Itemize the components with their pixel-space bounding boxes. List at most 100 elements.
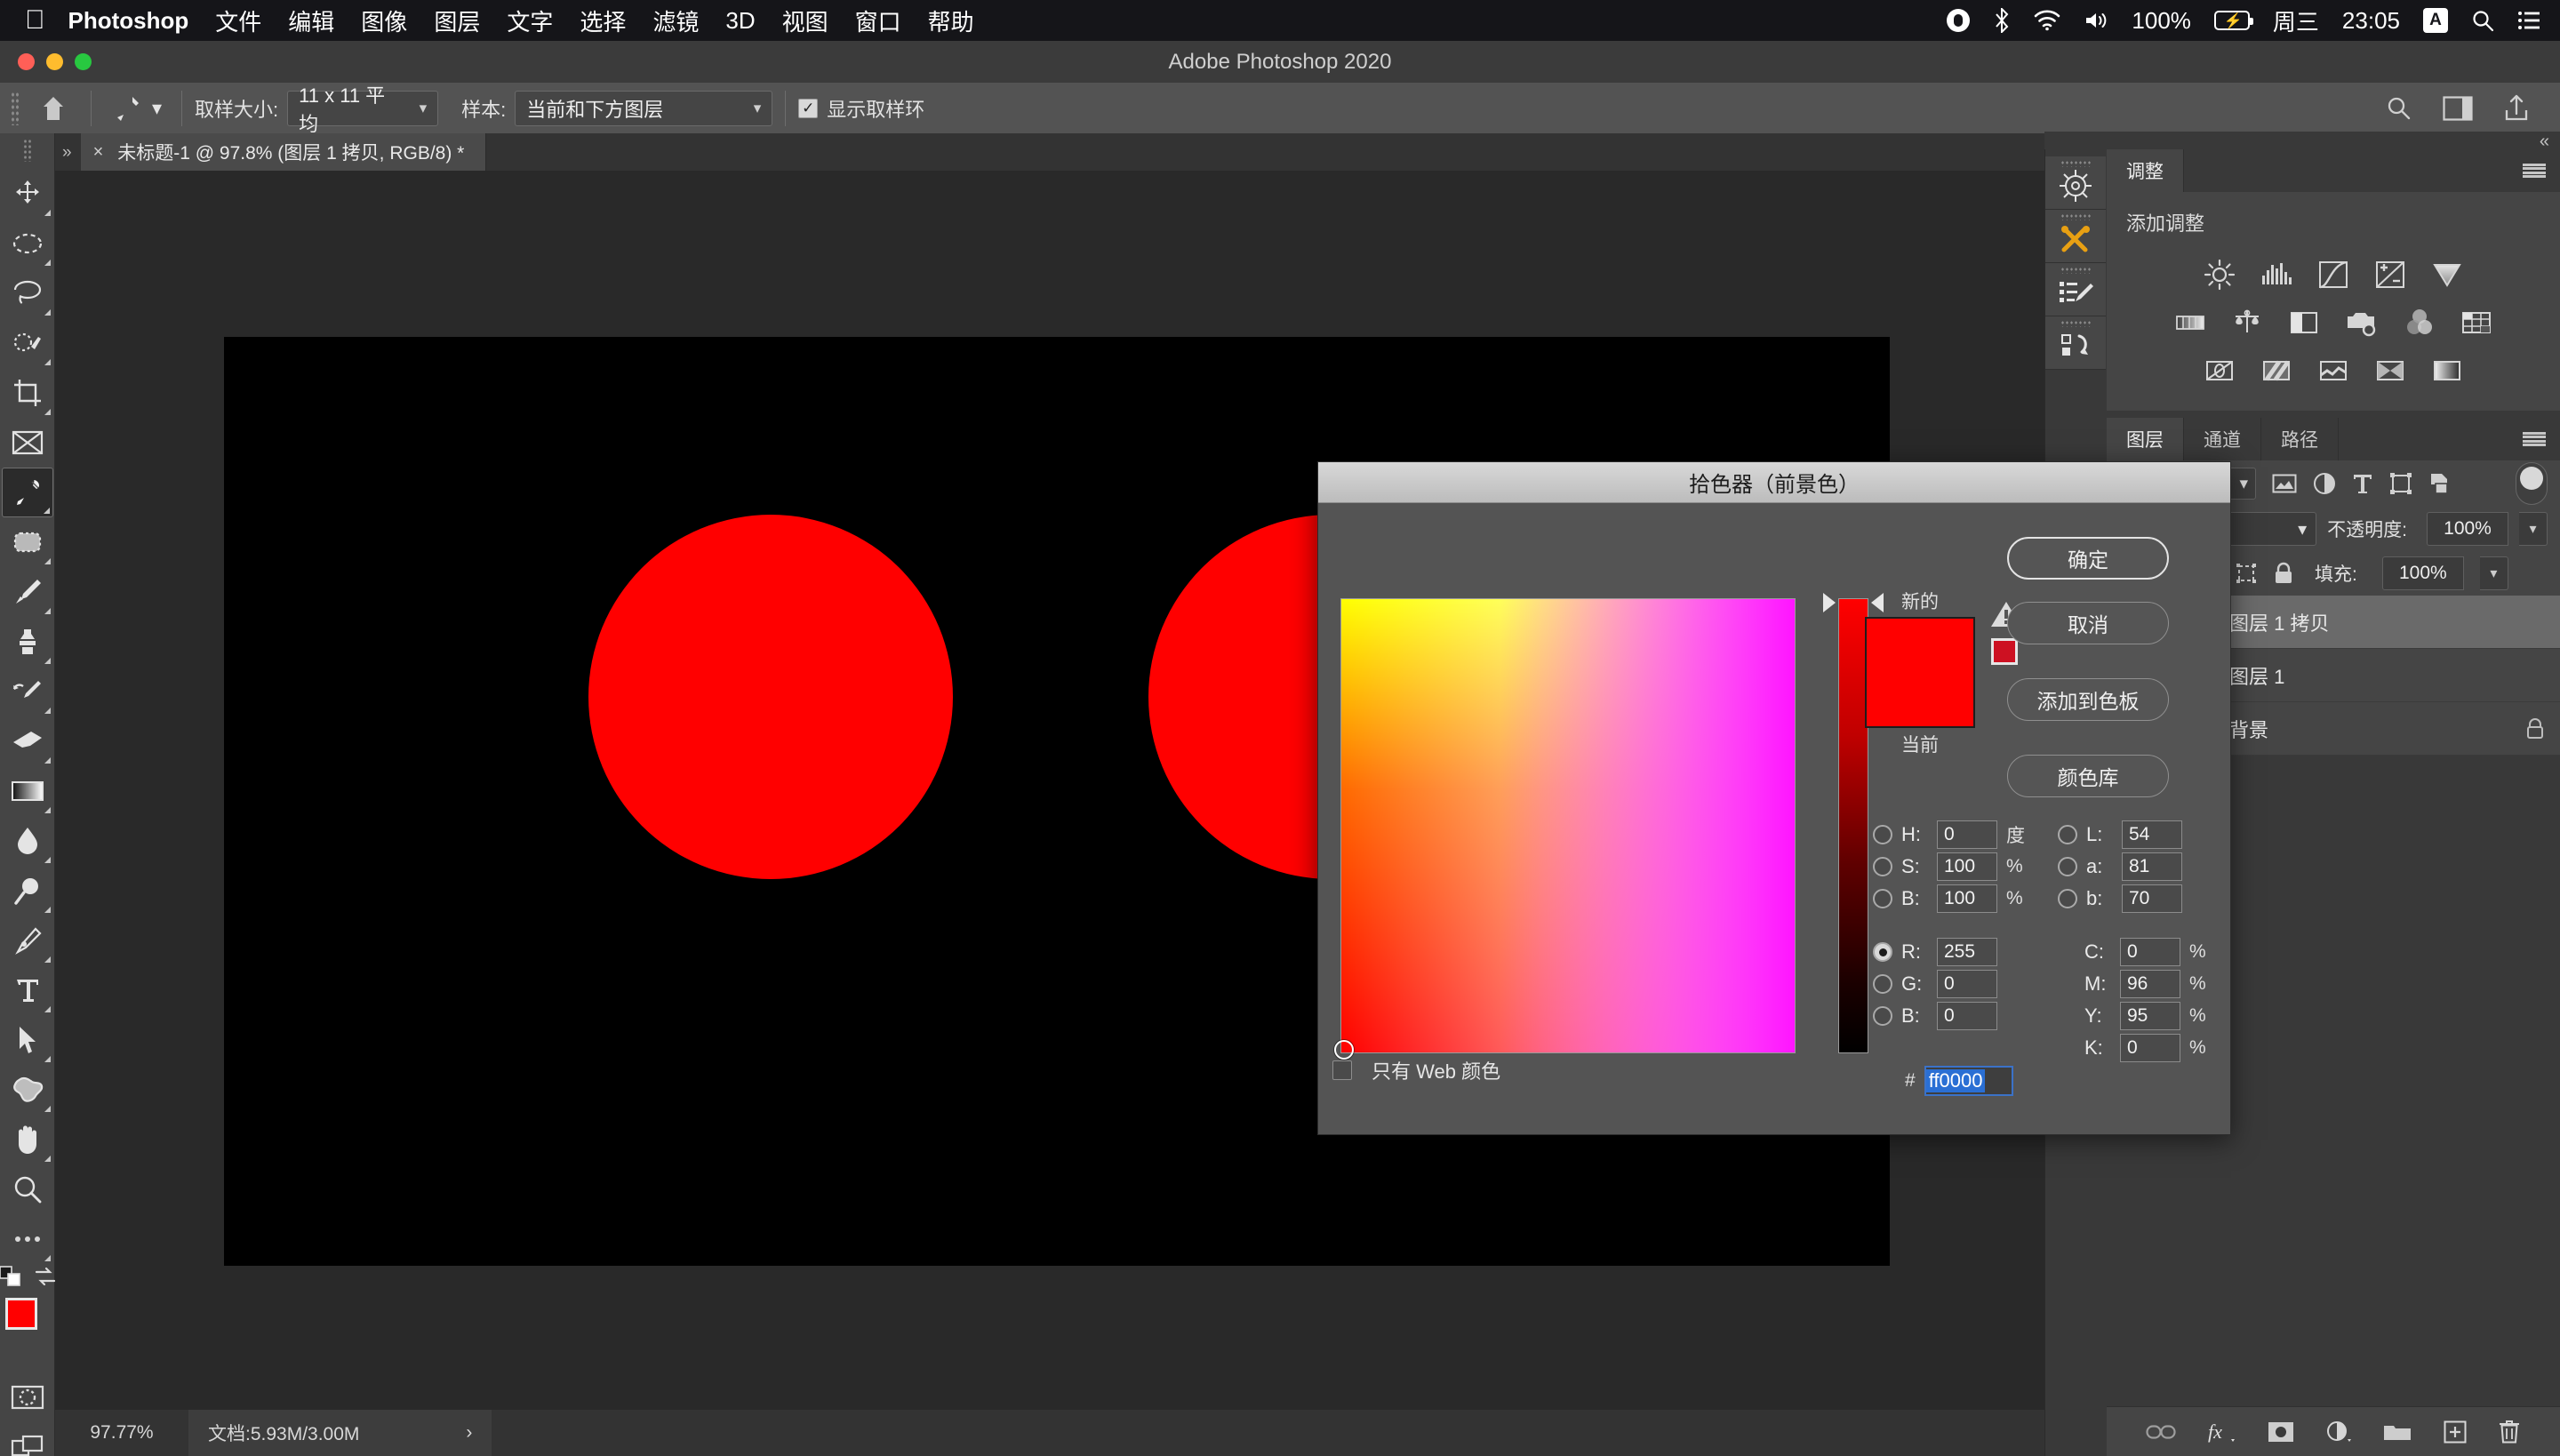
fill-stepper[interactable]: ▾ [2479,556,2508,590]
radio-g[interactable] [1873,974,1892,994]
zoom-level[interactable]: 97.77% [55,1422,188,1444]
eraser-tool[interactable] [2,716,53,766]
radio-lab-b[interactable] [2058,889,2077,908]
radio-l[interactable] [2058,825,2077,844]
default-colors-icon[interactable] [0,1266,22,1287]
rail-grip[interactable] [2060,320,2091,327]
radio-blue[interactable] [1873,1006,1892,1026]
menu-item-image[interactable]: 图像 [361,4,407,37]
levels-icon[interactable] [2260,258,2293,292]
chevron-down-icon[interactable]: ▾ [152,97,162,120]
brightness-contrast-icon[interactable] [2203,258,2236,292]
healing-brush-tool[interactable] [2,517,53,567]
blur-tool[interactable] [2,816,53,866]
menu-item-help[interactable]: 帮助 [928,4,974,37]
shape-tool[interactable] [2,1065,53,1115]
channel-mixer-icon[interactable] [2403,306,2436,340]
pen-tool[interactable] [2,916,53,965]
channel-input-k[interactable]: 0 [2120,1034,2180,1062]
channel-input-c[interactable]: 0 [2120,938,2180,966]
channel-input-r[interactable]: 255 [1937,938,1997,966]
fill-value[interactable]: 100% [2381,556,2464,590]
group-icon[interactable] [2383,1421,2412,1443]
brush-presets-icon[interactable] [2045,263,2106,316]
panel-menu-icon[interactable] [2523,163,2546,179]
color-libraries-button[interactable]: 颜色库 [2007,755,2169,797]
selective-color-icon[interactable] [2430,354,2464,388]
sample-size-select[interactable]: 11 x 11 平均 ▾ [287,84,439,135]
channel-input-y[interactable]: 95 [2120,1002,2180,1030]
tab-adjustments[interactable]: 调整 [2107,149,2184,192]
channel-input-blue[interactable]: 0 [1937,1002,1997,1030]
brush-tool[interactable] [2,567,53,617]
channel-input-l[interactable]: 54 [2122,820,2182,849]
fx-icon[interactable]: fx [2207,1420,2236,1444]
options-bar-grip[interactable] [11,91,20,125]
channel-input-g[interactable]: 0 [1937,970,1997,998]
volume-icon[interactable] [2084,10,2108,31]
hue-slider-left-handle[interactable] [1823,593,1836,612]
rail-grip[interactable] [2060,213,2091,220]
web-colors-checkbox[interactable]: ✓ [1332,1060,1352,1080]
hex-input[interactable]: ff0000 [1924,1066,2013,1096]
gradient-tool[interactable] [2,766,53,816]
radio-a[interactable] [2058,857,2077,876]
marquee-tool[interactable] [2,219,53,268]
ok-button[interactable]: 确定 [2007,537,2169,580]
zoom-tool[interactable] [2,1164,53,1214]
lock-all-icon[interactable] [2274,562,2293,585]
maximize-button[interactable] [75,53,92,70]
posterize-icon[interactable] [2260,354,2293,388]
mask-icon[interactable] [2268,1421,2294,1443]
tab-overflow-icon[interactable]: » [55,143,81,171]
recording-icon[interactable] [1947,9,1971,32]
gradient-map-icon[interactable] [2373,354,2407,388]
type-filter-icon[interactable] [2352,472,2373,495]
channel-input-brightness[interactable]: 100 [1937,884,1997,913]
tool-preset-picker[interactable]: ▾ [104,92,169,124]
workspace-icon[interactable] [2443,95,2473,121]
history-icon[interactable] [2045,316,2106,370]
radio-brightness[interactable] [1873,889,1892,908]
channel-input-m[interactable]: 96 [2120,970,2180,998]
adjustment-filter-icon[interactable] [2313,472,2336,495]
crop-tool[interactable] [2,368,53,418]
color-picker-dialog[interactable]: 拾色器（前景色） 新的 当前 确定 取消 添加到色板 颜色库 H: 0 度 S:… [1317,461,2231,1135]
threshold-icon[interactable] [2316,354,2350,388]
layer-name[interactable]: 图层 1 拷贝 [2229,608,2329,636]
cancel-button[interactable]: 取消 [2007,602,2169,644]
hue-saturation-icon[interactable] [2173,306,2207,340]
layer-name[interactable]: 背景 [2229,715,2268,743]
lock-artboard-icon[interactable] [2235,562,2258,585]
path-selection-tool[interactable] [2,1015,53,1065]
clock-time[interactable]: 23:05 [2342,7,2400,35]
move-tool[interactable] [2,169,53,219]
status-arrow-icon[interactable]: › [466,1422,472,1444]
color-lookup-icon[interactable] [2460,306,2493,340]
web-colors-row[interactable]: ✓ 只有 Web 颜色 [1332,1056,1500,1084]
gamut-warning-swatch[interactable] [1991,638,2018,665]
spotlight-search-icon[interactable] [2471,9,2494,32]
foreground-color-swatch[interactable] [4,1298,37,1330]
input-source-icon[interactable]: A [2423,8,2448,33]
menu-item-view[interactable]: 视图 [782,4,828,37]
history-brush-tool[interactable] [2,667,53,716]
channel-input-h[interactable]: 0 [1937,820,1997,849]
brushes-icon[interactable] [2045,210,2106,263]
filter-toggle[interactable] [2516,462,2548,505]
channel-input-s[interactable]: 100 [1937,852,1997,881]
menu-item-window[interactable]: 窗口 [855,4,901,37]
close-icon[interactable]: × [93,142,104,163]
swap-colors-icon[interactable] [35,1266,56,1287]
close-button[interactable] [18,53,35,70]
radio-h[interactable] [1873,825,1892,844]
radio-s[interactable] [1873,857,1892,876]
menu-item-edit[interactable]: 编辑 [288,4,334,37]
edit-toolbar-button[interactable] [2,1214,53,1264]
minimize-button[interactable] [46,53,63,70]
rail-grip[interactable] [2060,267,2091,274]
collapse-panels-icon[interactable]: « [2540,132,2549,151]
opacity-value[interactable]: 100% [2427,512,2508,546]
color-field[interactable] [1334,598,1796,1060]
menu-item-file[interactable]: 文件 [215,4,261,37]
